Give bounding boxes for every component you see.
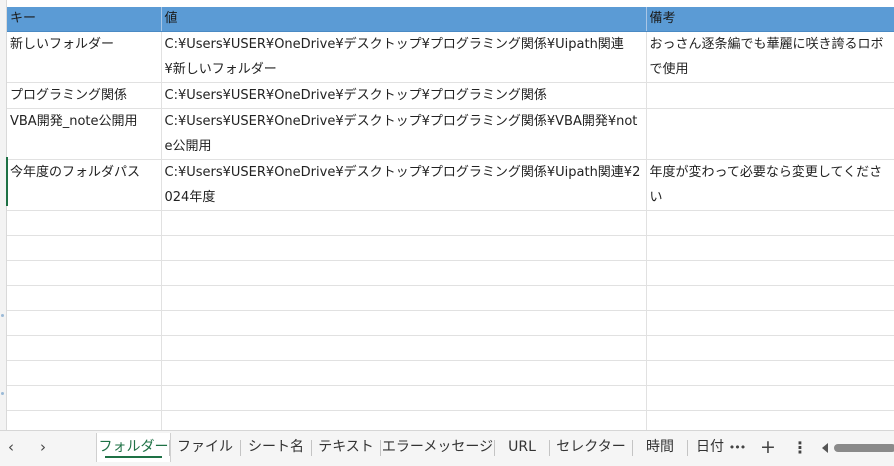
- empty-cell[interactable]: [646, 310, 894, 336]
- header-cell-note[interactable]: 備考: [646, 7, 894, 32]
- table-row: VBA開発_note公開用 C:¥Users¥USER¥OneDrive¥デスク…: [7, 108, 894, 160]
- active-cell-indicator: [6, 157, 8, 206]
- empty-row: [7, 310, 894, 336]
- cell-value[interactable]: C:¥Users¥USER¥OneDrive¥デスクトップ¥プログラミング関係¥…: [161, 108, 647, 160]
- cell-note[interactable]: [646, 82, 894, 109]
- empty-cell[interactable]: [161, 310, 647, 336]
- empty-cell[interactable]: [7, 260, 162, 286]
- gutter-marker: [1, 314, 4, 317]
- empty-row: [7, 285, 894, 311]
- empty-cell[interactable]: [161, 385, 647, 411]
- cell-note[interactable]: おっさん逐条編でも華麗に咲き誇るロボで使用: [646, 31, 894, 83]
- empty-cell[interactable]: [646, 335, 894, 361]
- header-row: キー 値 備考: [7, 7, 894, 32]
- tab-label: セレクター: [556, 439, 626, 455]
- header-cell-key[interactable]: キー: [7, 7, 162, 32]
- tab-selector[interactable]: セレクター: [550, 433, 632, 462]
- tab-time[interactable]: 時間: [633, 433, 687, 462]
- empty-cell[interactable]: [161, 210, 647, 236]
- cell-key[interactable]: 新しいフォルダー: [7, 31, 162, 83]
- table-row: プログラミング関係 C:¥Users¥USER¥OneDrive¥デスクトップ¥…: [7, 82, 894, 109]
- prev-sheet-icon[interactable]: ‹: [0, 431, 22, 464]
- cell-value[interactable]: C:¥Users¥USER¥OneDrive¥デスクトップ¥プログラミング関係¥…: [161, 31, 647, 83]
- empty-cell[interactable]: [646, 210, 894, 236]
- cell-value[interactable]: C:¥Users¥USER¥OneDrive¥デスクトップ¥プログラミング関係: [161, 82, 647, 109]
- tab-sheet-name[interactable]: シート名: [241, 433, 311, 462]
- tab-label: エラーメッセージ: [381, 439, 494, 455]
- tab-label: 日付: [696, 439, 724, 455]
- empty-cell[interactable]: [161, 235, 647, 261]
- add-sheet-icon[interactable]: +: [756, 431, 780, 464]
- empty-cell[interactable]: [161, 260, 647, 286]
- tab-folder[interactable]: フォルダー: [96, 433, 171, 462]
- gutter-marker: [1, 392, 4, 395]
- empty-cell[interactable]: [646, 385, 894, 411]
- cell-key[interactable]: 今年度のフォルダパス: [7, 159, 162, 211]
- sheet-tab-bar: ‹ › フォルダー ファイル シート名 テキスト エラーメッセージ URL セレ…: [0, 430, 894, 466]
- empty-cell[interactable]: [7, 385, 162, 411]
- empty-cell[interactable]: [161, 360, 647, 386]
- empty-cell[interactable]: [7, 210, 162, 236]
- scrollbar-thumb[interactable]: [834, 444, 894, 452]
- empty-cell[interactable]: [161, 285, 647, 311]
- active-tab-underline: [105, 456, 162, 458]
- empty-cell[interactable]: [646, 360, 894, 386]
- cell-key[interactable]: VBA開発_note公開用: [7, 108, 162, 160]
- header-cell-value[interactable]: 値: [161, 7, 647, 32]
- scroll-left-icon[interactable]: [822, 443, 828, 453]
- tab-label: シート名: [248, 439, 304, 455]
- empty-cell[interactable]: [7, 360, 162, 386]
- tab-date[interactable]: 日付: [688, 433, 728, 462]
- empty-cell[interactable]: [646, 260, 894, 286]
- cell-key[interactable]: プログラミング関係: [7, 82, 162, 109]
- cell-note[interactable]: 年度が変わって必要なら変更してください: [646, 159, 894, 211]
- empty-cell[interactable]: [7, 310, 162, 336]
- empty-row: [7, 235, 894, 261]
- empty-row: [7, 335, 894, 361]
- empty-cell[interactable]: [7, 410, 162, 430]
- empty-cell[interactable]: [7, 335, 162, 361]
- empty-cell[interactable]: [646, 235, 894, 261]
- empty-cell[interactable]: [7, 285, 162, 311]
- table-row: 新しいフォルダー C:¥Users¥USER¥OneDrive¥デスクトップ¥プ…: [7, 31, 894, 83]
- tab-label: フォルダー: [98, 439, 169, 455]
- options-icon[interactable]: ⋮: [790, 431, 810, 464]
- empty-cell[interactable]: [161, 410, 647, 430]
- empty-row: [7, 210, 894, 236]
- tab-label: URL: [508, 439, 536, 455]
- cell-value[interactable]: C:¥Users¥USER¥OneDrive¥デスクトップ¥プログラミング関係¥…: [161, 159, 647, 211]
- data-table: キー 値 備考 新しいフォルダー C:¥Users¥USER¥OneDrive¥…: [7, 7, 894, 430]
- empty-cell[interactable]: [646, 410, 894, 430]
- tab-error-message[interactable]: エラーメッセージ: [381, 433, 494, 462]
- empty-row: [7, 360, 894, 386]
- spreadsheet-grid-area: キー 値 備考 新しいフォルダー C:¥Users¥USER¥OneDrive¥…: [0, 0, 894, 430]
- horizontal-scrollbar[interactable]: [822, 443, 894, 453]
- empty-row: [7, 410, 894, 430]
- row-gutter: [0, 0, 7, 430]
- tab-label: ファイル: [177, 439, 233, 455]
- tab-label: 時間: [646, 439, 674, 455]
- empty-row: [7, 260, 894, 286]
- next-sheet-icon[interactable]: ›: [32, 431, 54, 464]
- tab-url[interactable]: URL: [495, 433, 549, 462]
- more-tabs-icon[interactable]: •••: [724, 431, 750, 464]
- tab-file[interactable]: ファイル: [170, 433, 240, 462]
- empty-cell[interactable]: [7, 235, 162, 261]
- tab-text[interactable]: テキスト: [312, 433, 380, 462]
- cell-note[interactable]: [646, 108, 894, 160]
- table-row: 今年度のフォルダパス C:¥Users¥USER¥OneDrive¥デスクトップ…: [7, 159, 894, 211]
- empty-cell[interactable]: [161, 335, 647, 361]
- empty-row: [7, 385, 894, 411]
- tab-label: テキスト: [318, 439, 374, 455]
- empty-cell[interactable]: [646, 285, 894, 311]
